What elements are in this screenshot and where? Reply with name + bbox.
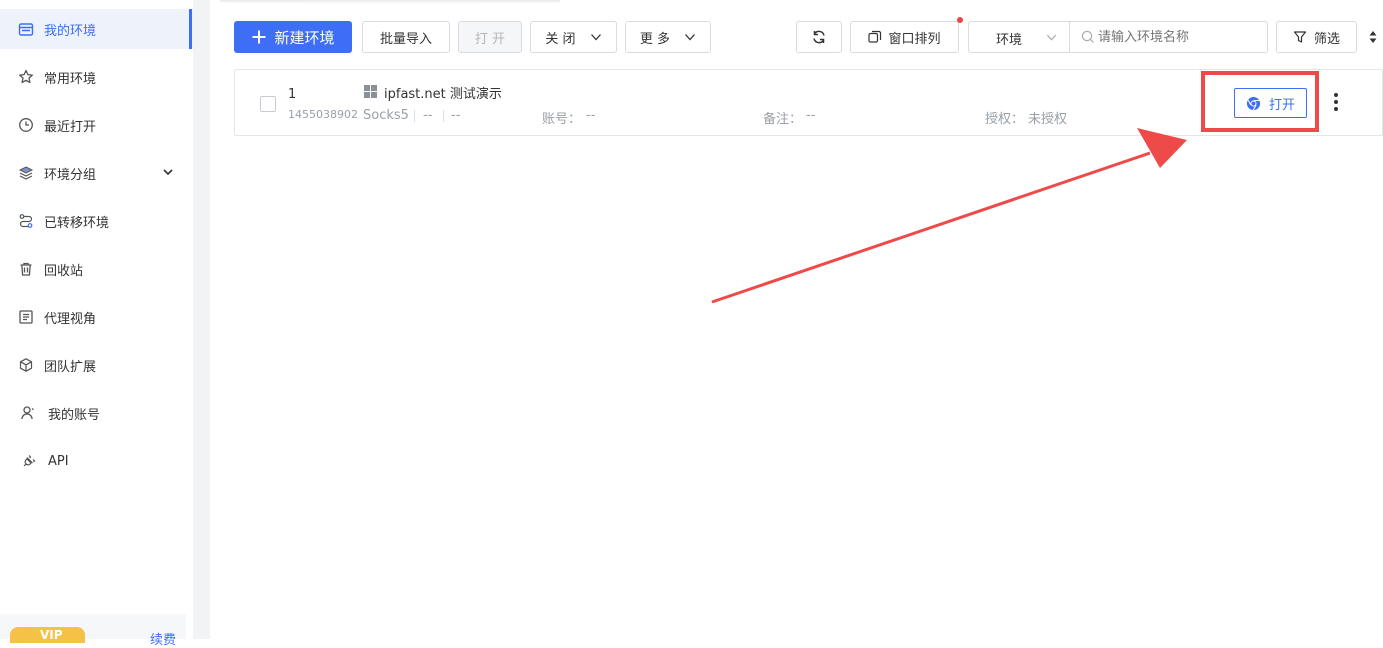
annotation-arrow-icon <box>711 128 1187 304</box>
